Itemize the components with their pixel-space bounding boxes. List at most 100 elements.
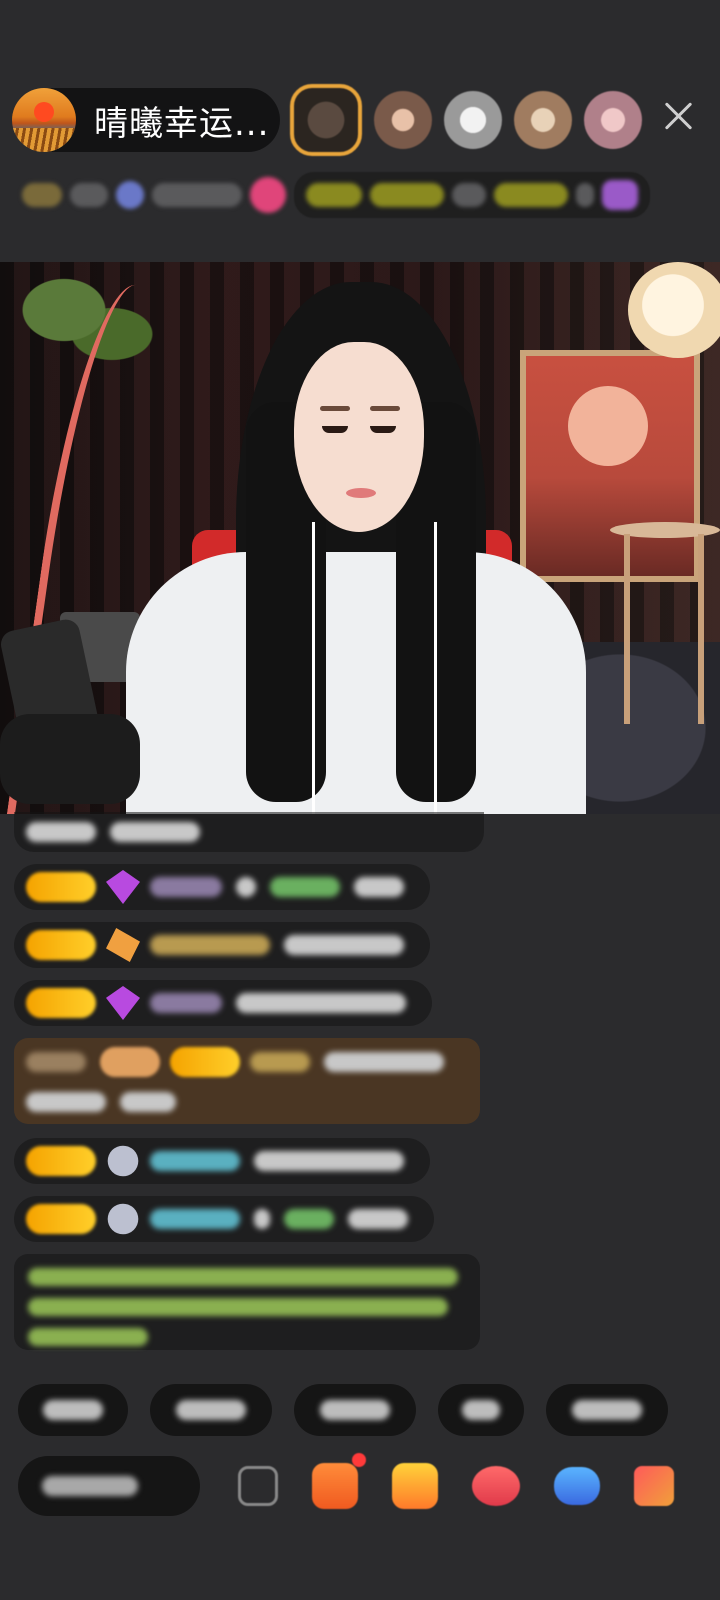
bag-icon[interactable] — [392, 1463, 438, 1509]
chat-message[interactable] — [14, 1138, 430, 1184]
game-icon[interactable] — [554, 1467, 600, 1505]
fan-badge[interactable] — [26, 1204, 96, 1234]
grid-icon[interactable] — [634, 1466, 674, 1506]
follow-button[interactable] — [250, 177, 286, 213]
quick-reply-chip[interactable] — [546, 1384, 668, 1436]
chat-text — [236, 993, 406, 1013]
avatar-field — [12, 128, 76, 152]
microphone — [0, 616, 150, 814]
chat-username[interactable] — [150, 1151, 240, 1171]
tag-chip — [576, 183, 594, 207]
viewer-avatar[interactable] — [444, 91, 502, 149]
chat-message[interactable] — [14, 980, 432, 1026]
lips — [346, 488, 376, 498]
chip-text — [43, 1400, 103, 1420]
chat-input-placeholder — [42, 1476, 138, 1496]
table-leg — [624, 534, 630, 724]
fans-text — [152, 183, 242, 207]
fans-icon — [116, 181, 144, 209]
eye — [370, 426, 396, 433]
chat-username[interactable] — [150, 993, 222, 1013]
notice-text — [28, 1328, 148, 1346]
level-gem-icon — [106, 870, 140, 904]
system-notice — [14, 1254, 480, 1350]
chip-text — [320, 1400, 390, 1420]
chip-text — [572, 1400, 642, 1420]
quick-reply-chip[interactable] — [150, 1384, 272, 1436]
quick-reply-chip[interactable] — [18, 1384, 128, 1436]
live-video[interactable] — [0, 262, 720, 814]
heart-icon[interactable] — [472, 1466, 520, 1506]
chat-message[interactable] — [14, 922, 430, 968]
chat-list[interactable] — [14, 812, 494, 1350]
emoji-icon[interactable] — [238, 1466, 278, 1506]
top-viewers-strip — [290, 84, 654, 156]
chat-text — [26, 1092, 106, 1112]
viewer-avatar[interactable] — [290, 84, 362, 156]
fan-badge[interactable] — [26, 988, 96, 1018]
rank-badge[interactable] — [22, 183, 62, 207]
chat-username[interactable] — [150, 877, 222, 897]
quick-reply-chip[interactable] — [438, 1384, 524, 1436]
streamer-face — [294, 342, 424, 532]
chat-mention[interactable] — [284, 1209, 334, 1229]
chat-text — [284, 935, 404, 955]
eye — [322, 426, 348, 433]
host-info-bar[interactable]: 晴曦幸运... — [12, 88, 280, 152]
fan-badge[interactable] — [26, 1146, 96, 1176]
gift-badge[interactable] — [100, 1047, 160, 1077]
chat-text — [26, 822, 96, 842]
bottom-toolbar — [18, 1453, 718, 1516]
chat-text — [254, 1151, 404, 1171]
tag-chip — [306, 183, 362, 207]
gift-icon[interactable] — [312, 1453, 366, 1509]
streamer-shirt — [126, 552, 586, 814]
viewer-avatar[interactable] — [514, 91, 572, 149]
side-table — [610, 522, 720, 724]
viewer-avatar[interactable] — [584, 91, 642, 149]
viewer-avatar[interactable] — [374, 91, 432, 149]
close-icon[interactable] — [662, 100, 694, 132]
chat-message[interactable] — [14, 812, 484, 852]
mic-stand — [0, 714, 140, 804]
tag-chip — [494, 183, 568, 207]
chip-text — [462, 1400, 500, 1420]
gift-message[interactable] — [14, 1038, 480, 1124]
chat-username[interactable] — [150, 1209, 240, 1229]
notification-dot — [352, 1453, 366, 1467]
quick-reply-bar — [18, 1384, 668, 1436]
chat-username[interactable] — [250, 1052, 310, 1072]
chat-text — [324, 1052, 444, 1072]
chat-input[interactable] — [18, 1456, 200, 1516]
room-info-strip — [22, 172, 692, 218]
level-gem-icon — [106, 928, 140, 962]
chat-text — [236, 877, 256, 897]
host-avatar[interactable] — [12, 88, 76, 152]
tag-track[interactable] — [294, 172, 650, 218]
eyebrow — [320, 406, 350, 411]
chat-text — [26, 1052, 86, 1072]
tag-chip — [370, 183, 444, 207]
chat-message[interactable] — [14, 1196, 434, 1242]
host-name[interactable]: 晴曦幸运... — [94, 96, 269, 145]
earphone-cable — [312, 522, 315, 814]
streamer — [126, 282, 586, 814]
chat-text — [354, 877, 404, 897]
quick-reply-chip[interactable] — [294, 1384, 416, 1436]
level-gem-icon — [106, 986, 140, 1020]
rank-text — [70, 183, 108, 207]
eyebrow — [370, 406, 400, 411]
fan-badge[interactable] — [170, 1047, 240, 1077]
chip-text — [176, 1400, 246, 1420]
tag-icon — [602, 180, 638, 210]
chat-mention[interactable] — [270, 877, 340, 897]
notice-text — [28, 1268, 458, 1286]
fan-badge[interactable] — [26, 930, 96, 960]
tag-chip — [452, 183, 486, 207]
earphone-cable — [434, 522, 437, 814]
fan-badge[interactable] — [26, 872, 96, 902]
level-gem-icon — [107, 1203, 139, 1235]
chat-username[interactable] — [150, 935, 270, 955]
chat-text — [254, 1209, 270, 1229]
chat-message[interactable] — [14, 864, 430, 910]
